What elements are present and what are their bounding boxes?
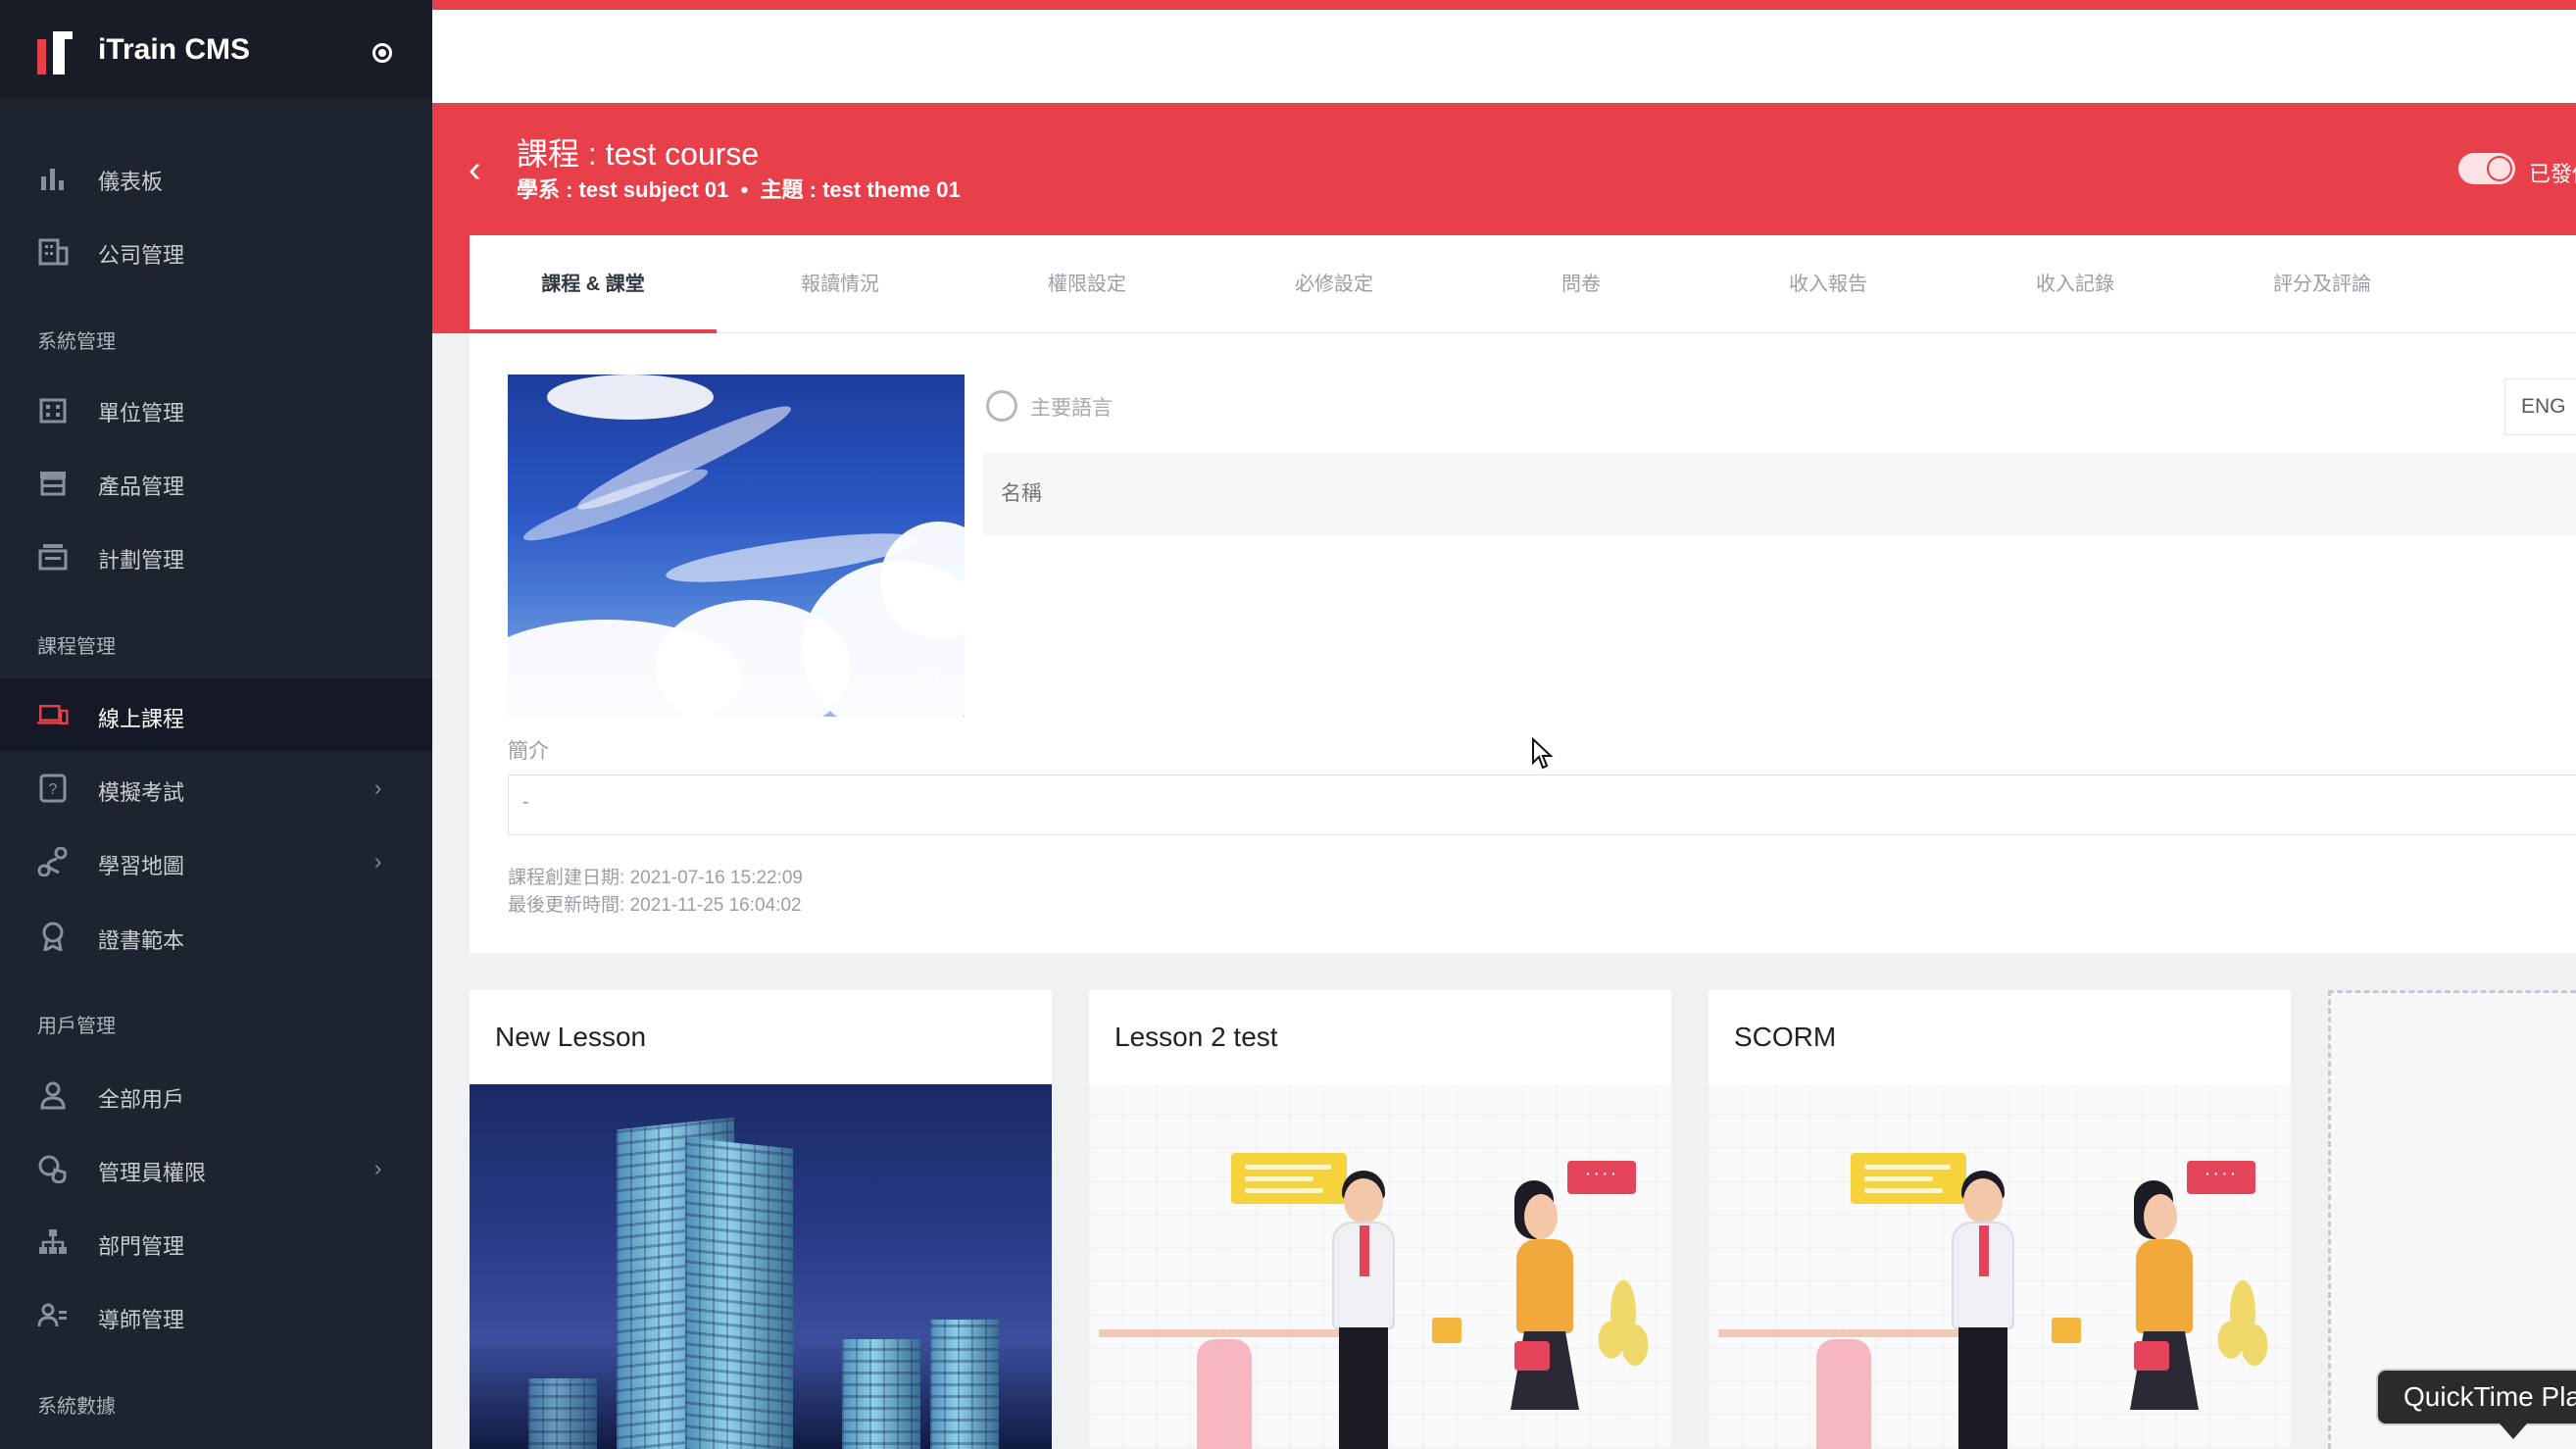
lesson-thumbnail: ···· <box>1089 1084 1671 1449</box>
sidebar-item-admin-permissions[interactable]: 管理員權限 › <box>0 1132 432 1205</box>
sidebar-item-label: 模擬考試 <box>98 780 185 805</box>
tab-income-records[interactable]: 收入記錄 <box>1952 235 2199 333</box>
sidebar-item-label: 公司管理 <box>98 243 185 268</box>
bar-chart-icon <box>41 169 64 190</box>
course-name-field[interactable] <box>983 453 2576 535</box>
store-icon <box>40 472 66 496</box>
section-label-course: 課程管理 <box>37 636 116 658</box>
tab-survey[interactable]: 問卷 <box>1458 235 1705 333</box>
plan-icon <box>38 544 68 571</box>
updated-date: 最後更新時間: 2021-11-25 16:04:02 <box>508 895 802 916</box>
chevron-right-icon: › <box>374 849 382 874</box>
sidebar-item-tutors[interactable]: 導師管理 <box>0 1279 432 1352</box>
quiz-icon: ? <box>39 774 67 803</box>
teacher-icon <box>37 1303 67 1327</box>
created-date: 課程創建日期: 2021-07-16 15:22:09 <box>508 868 803 888</box>
admin-shield-icon <box>38 1155 67 1183</box>
primary-language-radio[interactable] <box>986 390 1017 422</box>
sidebar-item-online-courses[interactable]: 線上課程 <box>0 678 432 751</box>
sidebar-item-label: 管理員權限 <box>98 1161 207 1185</box>
sidebar-item-label: 證書範本 <box>98 928 185 953</box>
mouse-cursor-icon <box>1532 737 1554 770</box>
course-card: 課程 & 課堂 報讀情況 權限設定 必修設定 問卷 收入報告 收入記錄 評分及評… <box>470 235 2576 953</box>
section-label-system: 系統管理 <box>37 331 116 353</box>
top-bar <box>432 10 2576 103</box>
sidebar-item-label: 產品管理 <box>98 475 185 499</box>
lesson-title: New Lesson <box>495 1022 647 1052</box>
intro-label: 簡介 <box>508 740 549 763</box>
app-logo <box>37 31 73 75</box>
svg-text:?: ? <box>49 781 58 798</box>
laptop-icon <box>37 705 69 724</box>
course-cover-image[interactable] <box>508 375 965 717</box>
sidebar-collapse-radio-icon[interactable] <box>372 43 392 63</box>
course-subtitle: 學系 : test subject 01 • 主題 : test theme 0… <box>517 177 961 202</box>
chevron-right-icon: › <box>374 1156 382 1180</box>
sidebar-item-company[interactable]: 公司管理 <box>0 215 432 287</box>
sidebar-item-label: 部門管理 <box>98 1234 185 1259</box>
sidebar: iTrain CMS 儀表板 公司管理 系統管理 單位管理 產品管理 計劃管理 … <box>0 0 432 1449</box>
sidebar-item-label: 計劃管理 <box>98 548 185 573</box>
section-label-users: 用戶管理 <box>37 1016 116 1037</box>
lesson-thumbnail: ···· <box>1709 1084 2291 1449</box>
sidebar-item-certificates[interactable]: 證書範本 <box>0 900 432 973</box>
tab-required[interactable]: 必修設定 <box>1211 235 1458 333</box>
sidebar-item-plans[interactable]: 計劃管理 <box>0 520 432 592</box>
sidebar-item-dashboard[interactable]: 儀表板 <box>0 141 432 214</box>
tab-ratings-reviews[interactable]: 評分及評論 <box>2199 235 2446 333</box>
quicktime-tooltip: QuickTime Player <box>2376 1369 2576 1425</box>
lesson-card[interactable]: New Lesson <box>470 990 1052 1449</box>
tab-permissions[interactable]: 權限設定 <box>964 235 1211 333</box>
lesson-thumbnail <box>470 1084 1052 1449</box>
building-icon <box>38 238 69 266</box>
lesson-title: SCORM <box>1734 1022 1837 1052</box>
user-icon <box>40 1081 66 1110</box>
lesson-card[interactable]: Lesson 2 test ···· <box>1089 990 1671 1449</box>
expand-icon[interactable]: ⛶ <box>918 669 950 700</box>
sidebar-item-units[interactable]: 單位管理 <box>0 373 432 445</box>
back-arrow-icon[interactable]: ‹ <box>469 151 492 188</box>
office-icon <box>39 398 67 424</box>
tooltip-arrow <box>2500 1424 2527 1439</box>
top-accent-line <box>432 0 2576 10</box>
language-button[interactable]: ENG <box>2504 378 2576 435</box>
tab-enrollment[interactable]: 報讀情況 <box>717 235 964 333</box>
sidebar-item-label: 學習地圖 <box>98 854 185 878</box>
sidebar-item-label: 全部用戶 <box>98 1087 185 1112</box>
publish-toggle[interactable] <box>2458 153 2515 184</box>
tab-course-lessons[interactable]: 課程 & 課堂 <box>470 235 717 333</box>
intro-field[interactable]: - <box>508 774 2576 835</box>
sidebar-item-label: 線上課程 <box>98 707 185 731</box>
org-chart-icon <box>39 1229 67 1254</box>
chevron-right-icon: › <box>374 775 382 800</box>
lesson-card[interactable]: SCORM ···· <box>1709 990 2291 1449</box>
primary-language-label: 主要語言 <box>1030 397 1113 420</box>
sidebar-item-label: 單位管理 <box>98 401 185 425</box>
award-icon <box>42 922 64 951</box>
sidebar-item-mock-exams[interactable]: ? 模擬考試 › <box>0 752 432 824</box>
sidebar-item-departments[interactable]: 部門管理 <box>0 1206 432 1278</box>
sidebar-item-label: 導師管理 <box>98 1308 185 1332</box>
tab-income-report[interactable]: 收入報告 <box>1705 235 1952 333</box>
course-title: 課程 : test course <box>517 136 760 172</box>
sidebar-item-learning-map[interactable]: 學習地圖 › <box>0 825 432 898</box>
course-name-input[interactable] <box>983 453 2576 535</box>
tab-bar: 課程 & 課堂 報讀情況 權限設定 必修設定 問卷 收入報告 收入記錄 評分及評… <box>470 235 2576 333</box>
lesson-title: Lesson 2 test <box>1115 1022 1278 1052</box>
sidebar-item-all-users[interactable]: 全部用戶 <box>0 1059 432 1131</box>
sidebar-header: iTrain CMS <box>0 0 432 98</box>
publish-label: 已發佈 <box>2529 162 2576 186</box>
app-title: iTrain CMS <box>98 33 251 66</box>
section-label-data: 系統數據 <box>37 1396 116 1418</box>
route-icon <box>37 847 68 876</box>
sidebar-item-products[interactable]: 產品管理 <box>0 446 432 519</box>
sidebar-item-label: 儀表板 <box>98 170 164 194</box>
